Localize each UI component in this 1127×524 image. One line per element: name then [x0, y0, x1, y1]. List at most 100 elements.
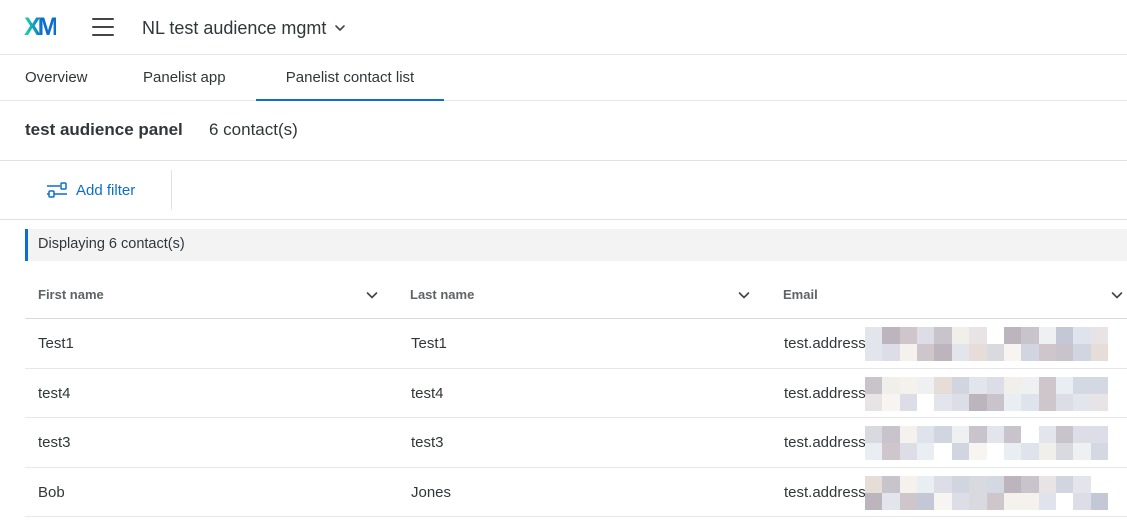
hamburger-icon[interactable] [92, 18, 116, 38]
pixel-block [934, 327, 952, 344]
pixel-block [865, 475, 883, 493]
pixel-block [1021, 393, 1039, 411]
pixel-block [882, 492, 900, 510]
pixel-block [899, 393, 918, 411]
pixel-block [1021, 443, 1039, 460]
cell-last-name: Jones [411, 483, 452, 501]
pixel-block [951, 492, 970, 510]
pixel-block [951, 426, 970, 443]
pixel-block [986, 344, 1004, 361]
pixel-block [917, 376, 935, 394]
column-label: Last name [410, 287, 475, 302]
redacted-email-pixelation [865, 376, 1108, 411]
cell-first-name: test4 [38, 384, 71, 402]
table-row[interactable]: Test1 Test1 test.address [25, 319, 1127, 369]
pixel-block [1003, 492, 1022, 510]
pixel-block [899, 376, 918, 394]
contact-count: 6 contact(s) [209, 120, 298, 139]
pixel-block [1073, 492, 1091, 510]
pixel-block [969, 327, 987, 344]
pixel-block [1055, 393, 1074, 411]
contacts-table: First name Last name Email Test1 Test1 t… [25, 270, 1127, 517]
pixel-block [899, 426, 918, 443]
table-row[interactable]: test3 test3 test.address [25, 418, 1127, 468]
chevron-down-icon[interactable] [738, 289, 750, 301]
pixel-block [1090, 492, 1108, 510]
pixel-block [1003, 393, 1022, 411]
redacted-email-pixelation [865, 426, 1108, 460]
pixel-block [969, 475, 987, 493]
pixel-block [1003, 475, 1022, 493]
tab-bar: Overview Panelist app Panelist contact l… [0, 55, 1127, 101]
pixel-block [865, 344, 883, 361]
pixel-block [1055, 426, 1074, 443]
column-label: First name [38, 287, 104, 302]
pixel-block [917, 426, 935, 443]
pixel-block [1055, 344, 1074, 361]
pixel-block [951, 344, 970, 361]
filter-sliders-icon [47, 182, 67, 198]
pixel-block [1073, 393, 1091, 411]
pixel-block [865, 376, 883, 394]
pixel-block [1038, 376, 1056, 394]
column-header-first-name[interactable]: First name [25, 270, 397, 319]
table-row[interactable]: test4 test4 test.address [25, 369, 1127, 418]
top-bar: XM NL test audience mgmt [0, 0, 1127, 55]
pixel-block [1073, 475, 1091, 493]
pixel-block [969, 426, 987, 443]
filter-divider [171, 170, 172, 210]
cell-first-name: Test1 [38, 335, 74, 352]
pixel-block [1090, 393, 1108, 411]
xm-logo[interactable]: XM [24, 14, 68, 40]
pixel-block [1038, 393, 1056, 411]
pixel-block [882, 475, 900, 493]
pixel-block [986, 376, 1004, 394]
pixel-block [882, 426, 900, 443]
pixel-block [1003, 443, 1022, 460]
pixel-block [1073, 443, 1091, 460]
pixel-block [1003, 344, 1022, 361]
pixel-block [1090, 475, 1108, 493]
table-row[interactable]: Bob Jones test.address [25, 468, 1127, 517]
pixel-block [899, 492, 918, 510]
pixel-block [917, 344, 935, 361]
project-selector[interactable]: NL test audience mgmt [142, 16, 346, 40]
pixel-block [969, 376, 987, 394]
chevron-down-icon[interactable] [366, 289, 378, 301]
pixel-block [1090, 426, 1108, 443]
column-header-last-name[interactable]: Last name [397, 270, 770, 319]
pixel-block [917, 393, 935, 411]
tab-overview[interactable]: Overview [25, 55, 88, 101]
redacted-email-pixelation [865, 327, 1108, 361]
pixel-block [951, 393, 970, 411]
pixel-block [1038, 344, 1056, 361]
pixel-block [917, 327, 935, 344]
pixel-block [951, 475, 970, 493]
pixel-block [882, 327, 900, 344]
pixel-block [1021, 327, 1039, 344]
pixel-block [934, 426, 952, 443]
column-header-email[interactable]: Email [770, 270, 1127, 319]
pixel-block [1021, 426, 1039, 443]
chevron-down-icon[interactable] [1111, 289, 1123, 301]
pixel-block [882, 376, 900, 394]
pixel-block [986, 492, 1004, 510]
cell-first-name: test3 [38, 434, 71, 451]
pixel-block [1090, 344, 1108, 361]
pixel-block [1055, 327, 1074, 344]
add-filter-button[interactable]: Add filter [46, 179, 135, 201]
pixel-block [899, 443, 918, 460]
pixel-block [865, 492, 883, 510]
pixel-block [1003, 426, 1022, 443]
project-name: NL test audience mgmt [142, 18, 327, 38]
pixel-block [1090, 376, 1108, 394]
pixel-block [951, 327, 970, 344]
tab-panelist-app[interactable]: Panelist app [143, 55, 226, 101]
pixel-block [969, 492, 987, 510]
pixel-block [951, 376, 970, 394]
table-header: First name Last name Email [25, 270, 1127, 319]
tab-panelist-contact-list[interactable]: Panelist contact list [256, 55, 444, 101]
logo-text: XM [24, 13, 58, 41]
pixel-block [969, 393, 987, 411]
pixel-block [934, 344, 952, 361]
